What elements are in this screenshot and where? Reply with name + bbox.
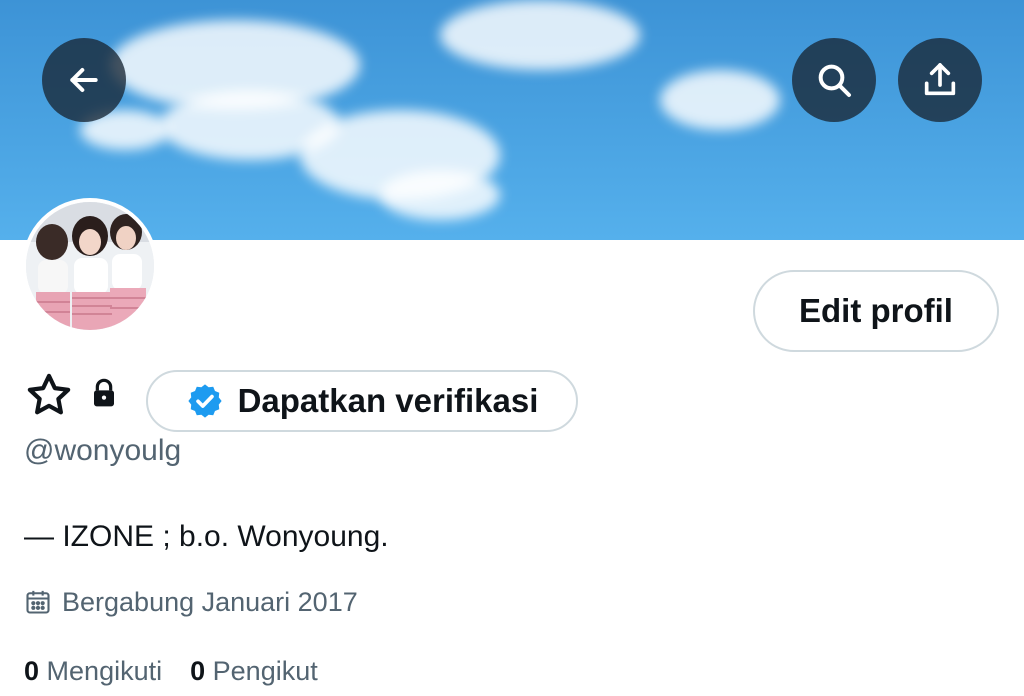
header-banner[interactable] (0, 0, 1024, 240)
calendar-icon (26, 590, 50, 614)
star-icon (27, 373, 71, 415)
edit-profile-button[interactable]: Edit profil (753, 270, 999, 352)
joined-date: Bergabung Januari 2017 (24, 584, 358, 620)
search-icon (818, 64, 851, 97)
share-upload-icon (924, 63, 956, 96)
following-label: Mengikuti (46, 656, 163, 686)
arrow-left-icon (70, 68, 98, 92)
followers-label: Pengikut (212, 656, 318, 686)
username-handle: @wonyoulg (24, 434, 182, 467)
get-verified-button[interactable]: Dapatkan verifikasi (146, 370, 578, 432)
profile-bio: — IZONE ; b.o. Wonyoung. (24, 520, 389, 553)
followers-link[interactable]: 0 Pengikut (190, 656, 318, 687)
share-button[interactable] (898, 38, 982, 122)
following-count: 0 (24, 656, 40, 686)
follow-stats: 0 Mengikuti 0 Pengikut (24, 656, 318, 687)
avatar[interactable] (22, 198, 158, 334)
avatar-photo (26, 202, 154, 330)
followers-count: 0 (190, 656, 206, 686)
lock-icon (94, 378, 114, 407)
search-button[interactable] (792, 38, 876, 122)
back-button[interactable] (42, 38, 126, 122)
verified-badge-icon (187, 384, 222, 418)
get-verified-label: Dapatkan verifikasi (237, 382, 539, 419)
joined-text: Bergabung Januari 2017 (62, 586, 358, 617)
following-link[interactable]: 0 Mengikuti (24, 656, 162, 687)
